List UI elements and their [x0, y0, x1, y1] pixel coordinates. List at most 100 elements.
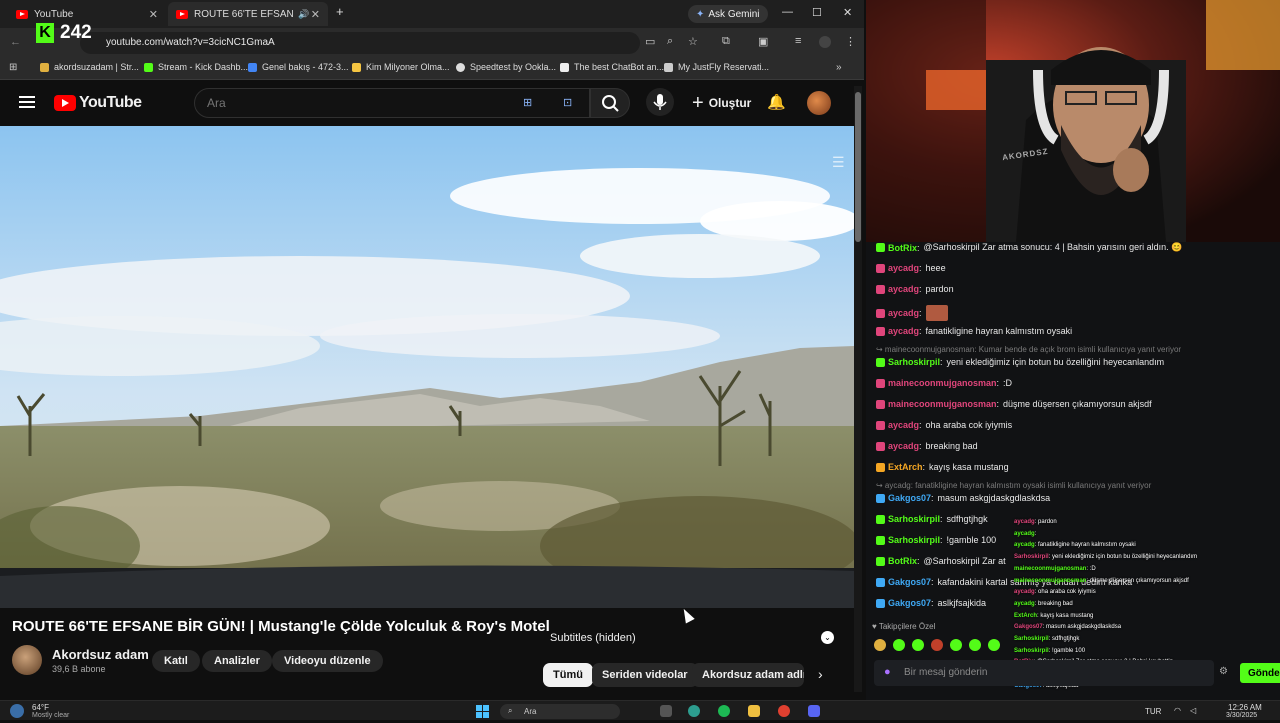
ask-gemini-button[interactable]: ✦ Ask Gemini — [688, 5, 768, 23]
close-window-button[interactable]: ✕ — [843, 6, 852, 19]
youtube-logo[interactable]: YouTube — [54, 94, 142, 112]
menu-kebab-icon[interactable]: ⋮ — [845, 35, 856, 48]
language-indicator[interactable]: TUR — [1145, 707, 1161, 716]
bookmark-star-icon[interactable]: ☆ — [688, 35, 698, 48]
page-scrollbar[interactable] — [854, 86, 862, 692]
chat-username[interactable]: aycadg — [888, 326, 919, 336]
chat-username[interactable]: aycadg — [888, 441, 919, 451]
chip-all[interactable]: Tümü — [543, 663, 593, 687]
chat-message: aycadg: fanatikligine hayran kalmıstım oy… — [876, 326, 1072, 336]
emote-icon[interactable] — [931, 639, 943, 651]
chat-message-input[interactable]: ● Bir mesaj gönderin — [874, 660, 1214, 686]
chat-username[interactable]: Gakgos07 — [888, 493, 931, 503]
hamburger-menu-icon[interactable] — [19, 96, 35, 108]
bookmark-favicon-icon — [40, 62, 49, 72]
app-icon[interactable] — [688, 705, 700, 717]
maximize-button[interactable]: ☐ — [812, 6, 822, 19]
chat-username[interactable]: BotRix — [888, 243, 917, 253]
new-tab-button[interactable]: + — [336, 4, 344, 19]
chat-username[interactable]: ExtArch — [888, 462, 923, 472]
bookmark-item[interactable]: Genel bakış - 472-3... — [248, 62, 349, 72]
emote-icon[interactable] — [874, 639, 886, 651]
chrome-icon[interactable] — [778, 705, 790, 717]
chip-channel[interactable]: Akordsuz adam adlı y — [692, 663, 804, 687]
chip-series[interactable]: Seriden videolar — [592, 663, 698, 687]
back-icon[interactable]: ← — [10, 36, 21, 48]
notifications-bell-icon[interactable]: 🔔 — [767, 93, 786, 111]
analytics-button[interactable]: Analizler — [202, 650, 272, 672]
zoom-icon[interactable]: ⌕ — [667, 35, 673, 48]
file-explorer-icon[interactable] — [748, 705, 760, 717]
channel-avatar[interactable] — [12, 645, 42, 675]
apps-grid-icon[interactable]: ⊞ — [9, 62, 17, 73]
chevron-right-icon[interactable]: › — [818, 666, 823, 682]
lens-icon[interactable]: ⊡ — [563, 96, 572, 109]
scrollbar-thumb[interactable] — [855, 92, 861, 242]
settings-gear-icon[interactable]: ⚙ — [1219, 666, 1228, 677]
chat-username[interactable]: Sarhoskirpil — [888, 535, 940, 545]
emote-icon[interactable] — [969, 639, 981, 651]
clock-time[interactable]: 12:26 AM — [1228, 703, 1262, 712]
search-input[interactable] — [195, 89, 495, 117]
spotify-icon[interactable] — [718, 705, 730, 717]
emote-icon[interactable] — [912, 639, 924, 651]
chat-text: fanatikligine hayran kalmıstım oysaki — [925, 326, 1073, 336]
clock-date[interactable]: 3/30/2025 — [1226, 712, 1257, 719]
emote-icon[interactable] — [893, 639, 905, 651]
taskbar-search[interactable]: ⌕ Ara — [500, 704, 620, 719]
speaker-icon[interactable]: 🔊 — [298, 9, 309, 20]
task-view-icon[interactable] — [660, 705, 672, 717]
send-message-button[interactable]: Gönder — [1240, 663, 1280, 683]
bookmark-item[interactable]: Stream - Kick Dashb... — [144, 62, 248, 72]
search-button[interactable] — [590, 88, 630, 118]
emote-icon[interactable] — [988, 639, 1000, 651]
taskbar-search-label: Ara — [524, 707, 537, 716]
profile-avatar[interactable] — [819, 36, 831, 48]
windows-start-icon[interactable] — [476, 705, 490, 718]
cast-icon[interactable]: ▭ — [645, 35, 655, 48]
chat-username[interactable]: Sarhoskirpil — [888, 514, 940, 524]
edit-video-button[interactable]: Videoyu düzenle — [272, 650, 383, 672]
chat-username[interactable]: mainecoonmujganosman — [888, 378, 997, 388]
close-tab-icon[interactable]: ✕ — [311, 8, 320, 21]
discord-icon[interactable] — [808, 705, 820, 717]
bookmark-item[interactable]: My JustFly Reservati... — [664, 62, 769, 72]
chat-username[interactable]: aycadg — [888, 420, 919, 430]
subtitles-dropdown[interactable]: Subtitles (hidden) ⌄ — [542, 626, 840, 650]
account-avatar[interactable] — [807, 91, 831, 115]
chat-text: !gamble 100 — [946, 535, 997, 545]
volume-icon[interactable]: ◁ — [1190, 706, 1196, 715]
chat-username[interactable]: aycadg — [888, 284, 919, 294]
bookmark-item[interactable]: Kim Milyoner Olma... — [352, 62, 450, 72]
chat-username[interactable]: Gakgos07 — [888, 577, 931, 587]
more-bookmarks-icon[interactable]: » — [836, 62, 842, 73]
video-menu-icon[interactable]: ☰ — [832, 154, 845, 171]
voice-search-button[interactable] — [646, 88, 674, 116]
emote-picker-icon[interactable]: ● — [884, 666, 891, 678]
bookmark-item[interactable]: Speedtest by Ookla... — [456, 62, 556, 72]
chat-username[interactable]: aycadg — [888, 308, 919, 318]
chat-username[interactable]: Sarhoskirpil — [888, 357, 940, 367]
video-player[interactable]: ☰ — [0, 126, 854, 608]
address-bar[interactable]: youtube.com/watch?v=3cicNC1GmaA — [80, 32, 640, 54]
extensions-icon[interactable]: ⧉ — [722, 35, 730, 48]
emote-icon[interactable] — [950, 639, 962, 651]
chat-username[interactable]: Gakgos07 — [888, 598, 931, 608]
chat-username[interactable]: BotRix — [888, 556, 917, 566]
bookmark-item[interactable]: akordsuzadam | Str... — [40, 62, 139, 72]
translate-icon[interactable]: ⊞ — [523, 96, 532, 109]
weather-icon[interactable] — [10, 704, 24, 718]
minimize-button[interactable]: — — [782, 6, 793, 18]
wifi-icon[interactable]: ◠ — [1174, 706, 1181, 715]
tab-route66[interactable]: ROUTE 66'TE EFSANE BİR G 🔊 ✕ — [168, 2, 328, 26]
user-badge-icon — [876, 514, 885, 524]
close-tab-icon[interactable]: ✕ — [149, 8, 158, 21]
split-view-icon[interactable]: ▣ — [758, 35, 768, 48]
media-icon[interactable]: ≡ — [795, 35, 801, 47]
bookmark-item[interactable]: The best ChatBot an... — [560, 62, 664, 72]
create-button[interactable]: + Oluştur — [686, 89, 757, 117]
chat-username[interactable]: mainecoonmujganosman — [888, 399, 997, 409]
channel-name[interactable]: Akordsuz adam — [52, 647, 149, 662]
join-button[interactable]: Katıl — [152, 650, 200, 672]
chat-username[interactable]: aycadg — [888, 263, 919, 273]
